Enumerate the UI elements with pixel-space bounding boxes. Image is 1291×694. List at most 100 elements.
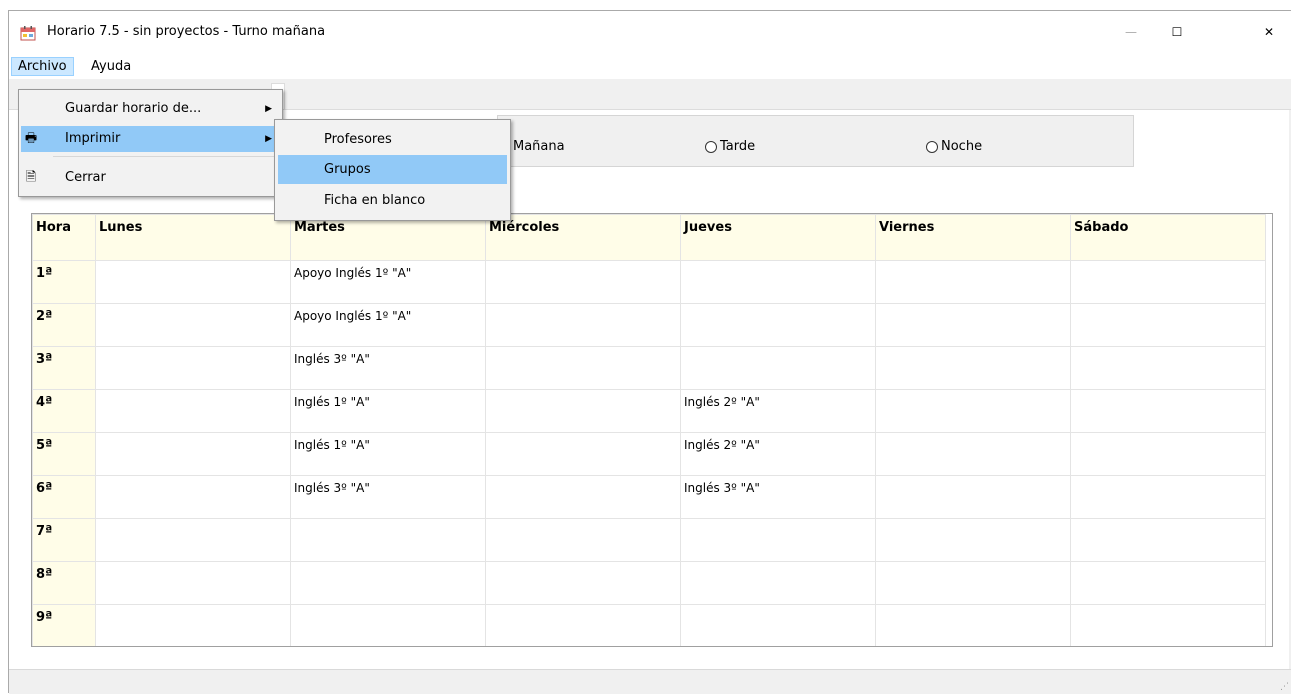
schedule-grid[interactable]: Hora Lunes Martes Miércoles Jueves Viern… <box>31 213 1273 647</box>
menu-item-label: Cerrar <box>65 170 106 185</box>
table-row: 5ª Inglés 1º "A" Inglés 2º "A" <box>32 432 1266 476</box>
resize-grip-icon[interactable]: ⋰ <box>1280 682 1289 692</box>
schedule-cell[interactable] <box>485 475 681 519</box>
schedule-cell[interactable]: Apoyo Inglés 1º "A" <box>290 303 486 347</box>
schedule-cell[interactable] <box>485 432 681 476</box>
hour-cell: 9ª <box>32 604 96 646</box>
schedule-cell[interactable] <box>485 518 681 562</box>
menu-item-imprimir[interactable]: 🖶 Imprimir ▶ <box>21 126 280 152</box>
schedule-cell[interactable] <box>485 260 681 304</box>
table-row: 3ª Inglés 3º "A" <box>32 346 1266 390</box>
schedule-cell[interactable]: Inglés 1º "A" <box>290 432 486 476</box>
table-row: 9ª <box>32 604 1266 646</box>
status-bar: ⋰ <box>9 669 1291 694</box>
schedule-cell[interactable]: Inglés 3º "A" <box>680 475 876 519</box>
schedule-cell[interactable] <box>485 561 681 605</box>
hour-cell: 7ª <box>32 518 96 562</box>
schedule-cell[interactable] <box>1070 561 1266 605</box>
submenu-item-grupos[interactable]: Grupos <box>278 155 507 184</box>
radio-tarde[interactable]: Tarde <box>705 139 755 154</box>
radio-tarde-label: Tarde <box>720 139 756 154</box>
title-bar: Horario 7.5 - sin proyectos - Turno maña… <box>9 11 1291 54</box>
schedule-cell[interactable] <box>485 389 681 433</box>
submenu-arrow-icon: ▶ <box>265 134 272 144</box>
header-jueves: Jueves <box>680 214 876 261</box>
table-row: 2ª Apoyo Inglés 1º "A" <box>32 303 1266 347</box>
hour-cell: 8ª <box>32 561 96 605</box>
schedule-cell[interactable] <box>1070 432 1266 476</box>
radio-manana-label: Mañana <box>513 139 565 154</box>
menu-item-guardar-horario[interactable]: Guardar horario de... ▶ <box>21 96 280 122</box>
radio-noche-label: Noche <box>941 139 983 154</box>
main-window: Horario 7.5 - sin proyectos - Turno maña… <box>8 10 1291 694</box>
schedule-cell[interactable] <box>95 561 291 605</box>
schedule-cell[interactable] <box>875 604 1071 646</box>
header-hora: Hora <box>32 214 96 261</box>
schedule-cell[interactable] <box>875 389 1071 433</box>
schedule-cell[interactable]: Apoyo Inglés 1º "A" <box>290 260 486 304</box>
schedule-cell[interactable]: Inglés 2º "A" <box>680 432 876 476</box>
schedule-cell[interactable] <box>485 303 681 347</box>
schedule-cell[interactable] <box>95 346 291 390</box>
radio-noche[interactable]: Noche <box>926 139 982 154</box>
schedule-cell[interactable] <box>1070 604 1266 646</box>
schedule-cell[interactable] <box>680 561 876 605</box>
schedule-cell[interactable] <box>95 475 291 519</box>
schedule-cell[interactable] <box>95 303 291 347</box>
minimize-button[interactable]: — <box>1108 11 1154 54</box>
schedule-cell[interactable] <box>875 260 1071 304</box>
schedule-cell[interactable] <box>1070 303 1266 347</box>
header-sabado: Sábado <box>1070 214 1266 261</box>
schedule-cell[interactable] <box>95 604 291 646</box>
turno-radio-group: Mañana Tarde Noche <box>497 115 1134 167</box>
schedule-cell[interactable]: Inglés 2º "A" <box>680 389 876 433</box>
hour-cell: 1ª <box>32 260 96 304</box>
hour-cell: 6ª <box>32 475 96 519</box>
schedule-cell[interactable] <box>875 561 1071 605</box>
schedule-cell[interactable] <box>290 561 486 605</box>
schedule-cell[interactable] <box>680 604 876 646</box>
submenu-item-ficha-en-blanco[interactable]: Ficha en blanco <box>278 186 507 215</box>
calendar-icon <box>20 26 36 41</box>
radio-button-icon[interactable] <box>705 140 717 153</box>
schedule-cell[interactable]: Inglés 3º "A" <box>290 475 486 519</box>
table-row: 4ª Inglés 1º "A" Inglés 2º "A" <box>32 389 1266 433</box>
schedule-cell[interactable] <box>95 260 291 304</box>
schedule-cell[interactable] <box>680 518 876 562</box>
schedule-cell[interactable]: Inglés 1º "A" <box>290 389 486 433</box>
menu-archivo[interactable]: Archivo <box>11 57 74 76</box>
submenu-arrow-icon: ▶ <box>265 104 272 114</box>
schedule-cell[interactable] <box>1070 260 1266 304</box>
schedule-cell[interactable] <box>1070 346 1266 390</box>
radio-button-icon[interactable] <box>926 140 938 153</box>
schedule-cell[interactable] <box>485 604 681 646</box>
schedule-cell[interactable] <box>680 260 876 304</box>
schedule-cell[interactable] <box>290 604 486 646</box>
table-row: 1ª Apoyo Inglés 1º "A" <box>32 260 1266 304</box>
schedule-cell[interactable] <box>875 346 1071 390</box>
schedule-cell[interactable] <box>95 389 291 433</box>
submenu-item-profesores[interactable]: Profesores <box>278 125 507 154</box>
schedule-cell[interactable] <box>1070 389 1266 433</box>
schedule-cell[interactable] <box>875 518 1071 562</box>
schedule-cell[interactable] <box>875 303 1071 347</box>
schedule-cell[interactable] <box>95 432 291 476</box>
schedule-cell[interactable] <box>1070 475 1266 519</box>
close-button[interactable]: ✕ <box>1246 11 1291 54</box>
schedule-cell[interactable] <box>1070 518 1266 562</box>
schedule-cell[interactable] <box>680 303 876 347</box>
archivo-menu: Guardar horario de... ▶ 🖶 Imprimir ▶ 🗎 C… <box>18 89 283 197</box>
schedule-cell[interactable] <box>95 518 291 562</box>
header-viernes: Viernes <box>875 214 1071 261</box>
table-row: 8ª <box>32 561 1266 605</box>
menu-item-cerrar[interactable]: 🗎 Cerrar <box>21 165 280 191</box>
schedule-cell[interactable] <box>680 346 876 390</box>
schedule-cell[interactable]: Inglés 3º "A" <box>290 346 486 390</box>
menu-ayuda[interactable]: Ayuda <box>85 58 137 75</box>
schedule-cell[interactable] <box>290 518 486 562</box>
schedule-cell[interactable] <box>875 475 1071 519</box>
schedule-cell[interactable] <box>485 346 681 390</box>
schedule-table: Hora Lunes Martes Miércoles Jueves Viern… <box>32 214 1266 646</box>
schedule-cell[interactable] <box>875 432 1071 476</box>
maximize-button[interactable]: ☐ <box>1154 11 1200 54</box>
